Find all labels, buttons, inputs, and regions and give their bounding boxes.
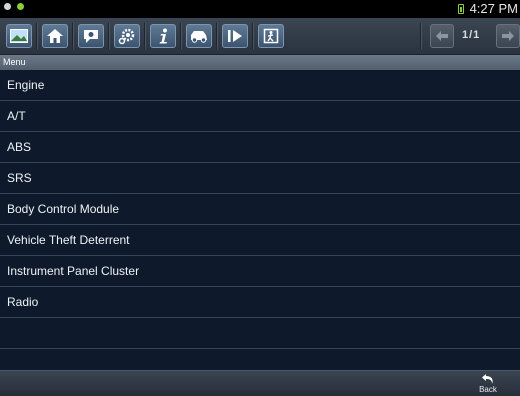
battery-icon xyxy=(457,3,464,14)
menu-item-radio[interactable]: Radio xyxy=(0,287,520,318)
clock: 4:27 PM xyxy=(469,1,518,16)
screenshot-button[interactable] xyxy=(6,24,32,48)
prev-page-button[interactable] xyxy=(430,24,454,48)
settings-icon xyxy=(118,28,135,45)
next-page-button[interactable] xyxy=(496,24,520,48)
help-icon xyxy=(84,30,98,43)
menu-item-srs[interactable]: SRS xyxy=(0,163,520,194)
vehicle-icon xyxy=(191,31,207,43)
menu-item-vehicle-theft-deterrent[interactable]: Vehicle Theft Deterrent xyxy=(0,225,520,256)
back-arrow-icon xyxy=(482,374,493,384)
play-icon xyxy=(228,30,242,42)
back-label: Back xyxy=(479,385,497,394)
page-indicator: 1/1 xyxy=(462,29,481,41)
help-button[interactable] xyxy=(78,24,104,48)
menu-item-abs[interactable]: ABS xyxy=(0,132,520,163)
info-icon xyxy=(159,28,167,44)
status-bar: 4:27 PM xyxy=(0,0,520,18)
next-page-icon xyxy=(502,31,514,41)
toolbar: 1/1 xyxy=(0,18,520,55)
info-button[interactable] xyxy=(150,24,176,48)
home-button[interactable] xyxy=(42,24,68,48)
menu-list: Engine A/T ABS SRS Body Control Module V… xyxy=(0,70,520,370)
vehicle-button[interactable] xyxy=(186,24,212,48)
prev-page-icon xyxy=(436,31,448,41)
menu-item-engine[interactable]: Engine xyxy=(0,70,520,101)
menu-item-at[interactable]: A/T xyxy=(0,101,520,132)
back-button[interactable]: Back xyxy=(476,373,500,396)
menu-item-instrument-panel-cluster[interactable]: Instrument Panel Cluster xyxy=(0,256,520,287)
menu-item-body-control-module[interactable]: Body Control Module xyxy=(0,194,520,225)
bottom-bar: Back xyxy=(0,370,520,396)
notification-icons xyxy=(4,3,24,10)
exit-button[interactable] xyxy=(258,24,284,48)
home-icon xyxy=(47,29,63,43)
play-button[interactable] xyxy=(222,24,248,48)
menu-header: Menu xyxy=(0,55,520,70)
status-right: 4:27 PM xyxy=(457,1,518,16)
screenshot-icon xyxy=(10,29,28,43)
exit-icon xyxy=(263,28,279,44)
settings-button[interactable] xyxy=(114,24,140,48)
leaf-notification-icon xyxy=(17,3,24,10)
empty-row xyxy=(0,318,520,349)
gear-notification-icon xyxy=(4,3,11,10)
